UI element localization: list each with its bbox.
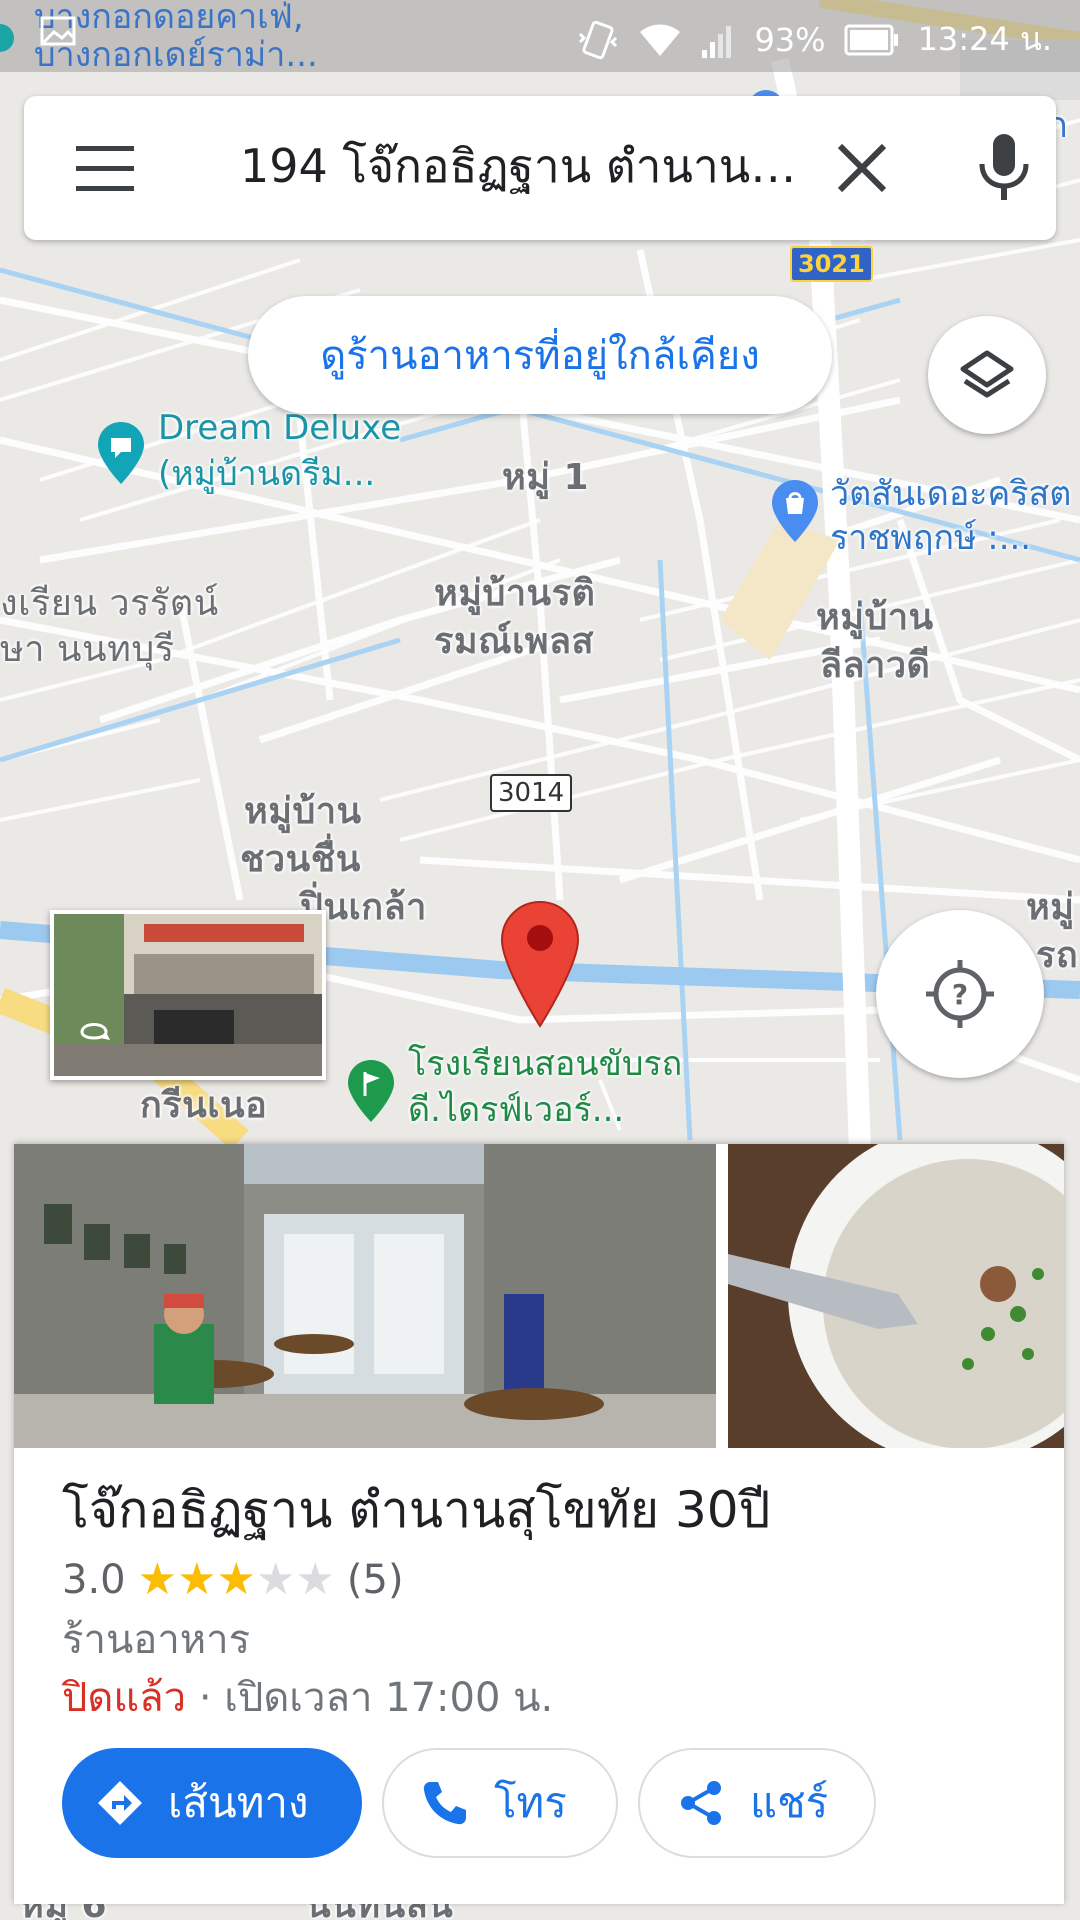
- status-notification-text: บางกอกดอยคาเฟ่, บางกอกเดย์ราม่า...: [34, 0, 364, 74]
- poi-dream-deluxe-line1[interactable]: Dream Deluxe: [158, 408, 401, 448]
- clear-search-icon[interactable]: [834, 140, 890, 196]
- nearby-restaurants-label: ดูร้านอาหารที่อยู่ใกล้เคียง: [320, 333, 760, 379]
- image-notification-icon: [40, 16, 76, 46]
- poi-dream-deluxe-line2[interactable]: (หมู่บ้านดรีม...: [158, 454, 375, 494]
- place-photo-interior[interactable]: [14, 1144, 716, 1448]
- map-label-greenner: กรีนเนอ: [140, 1085, 268, 1126]
- status-bar: บางกอกดอยคาเฟ่, บางกอกเดย์ราม่า... 93% 1…: [0, 0, 1080, 74]
- search-bar[interactable]: 194 โจ๊กอธิฏฐาน ตำนานสุโขทัย 30ปี: [24, 96, 1056, 240]
- microphone-icon[interactable]: [974, 132, 1034, 204]
- my-location-button[interactable]: ?: [876, 910, 1044, 1078]
- status-time: 13:24 น.: [917, 20, 1052, 58]
- place-category: ร้านอาหาร: [62, 1617, 251, 1663]
- opening-time: · เปิดเวลา 17:00 น.: [186, 1675, 554, 1721]
- open-status: ปิดแล้ว: [62, 1675, 187, 1721]
- review-count[interactable]: (5): [347, 1554, 404, 1606]
- photo-interior-image: [14, 1144, 716, 1448]
- place-details-card[interactable]: โจ๊กอธิฏฐาน ตำนานสุโขทัย 30ปี 3.0 ★ ★ ★ …: [14, 1144, 1064, 1904]
- maps-notification-icon: [0, 24, 14, 52]
- signal-icon: [702, 25, 732, 58]
- wifi-icon: [640, 24, 681, 56]
- street-view-image: [54, 914, 322, 1076]
- star-icon: ★: [137, 1554, 178, 1605]
- street-view-thumbnail[interactable]: [50, 910, 326, 1080]
- map-label-chuanchuen-2: ชวนชื่น: [240, 839, 361, 880]
- directions-button[interactable]: เส้นทาง: [62, 1748, 362, 1858]
- poi-driving-school-line1[interactable]: โรงเรียนสอนขับรถ: [408, 1044, 682, 1084]
- photo-dish-image: [728, 1144, 1064, 1448]
- location-unknown-icon: ?: [926, 960, 994, 1028]
- map-label-moo1: หมู่ 1: [502, 457, 590, 498]
- poi-teal-pin-icon[interactable]: [98, 422, 144, 484]
- battery-percent: 93%: [754, 20, 826, 59]
- map-label-lilawadee-1: หมู่บ้าน: [816, 597, 934, 638]
- share-icon: [681, 1781, 721, 1825]
- call-button[interactable]: โทร: [382, 1748, 618, 1858]
- nearby-restaurants-button[interactable]: ดูร้านอาหารที่อยู่ใกล้เคียง: [248, 296, 832, 414]
- route-badge-3021: 3021: [790, 246, 873, 282]
- call-label: โทร: [494, 1778, 567, 1827]
- opening-hours[interactable]: ปิดแล้ว · เปิดเวลา 17:00 น.: [62, 1670, 553, 1726]
- map-label-school-left-2: ษา นนทบุรี: [0, 629, 175, 670]
- battery-icon: [844, 24, 898, 55]
- svg-text:?: ?: [952, 978, 968, 1011]
- directions-icon: [98, 1781, 142, 1825]
- map-label-chuanchuen-1: หมู่บ้าน: [244, 791, 362, 832]
- route-badge-3014: 3014: [490, 774, 573, 812]
- vibrate-icon: [579, 20, 618, 59]
- rating-row: 3.0 ★ ★ ★ ★ ★ (5): [62, 1554, 404, 1606]
- place-photo-dish[interactable]: [728, 1144, 1064, 1448]
- rating-stars: ★ ★ ★ ★ ★: [138, 1554, 335, 1606]
- status-right: 93% 13:24 น.: [576, 14, 1052, 65]
- place-pin-icon[interactable]: [500, 900, 580, 1028]
- map-label-right-edge-2: รถ: [1036, 935, 1079, 976]
- star-icon: ★: [177, 1554, 217, 1605]
- layers-icon: [960, 350, 1014, 398]
- notification-text: บางกอกดอยคาเฟ่, บางกอกเดย์ราม่า...: [34, 0, 318, 75]
- layers-button[interactable]: [928, 316, 1046, 434]
- map-label-lilawadee-2: ลีลาวดี: [820, 645, 931, 686]
- map-label-rati-2: รมณ์เพลส: [434, 621, 595, 662]
- map-label-school-left-1: งเรียน วรรัตน์: [0, 583, 219, 624]
- star-icon: ★: [295, 1554, 335, 1605]
- map-label-right-edge-1: หมู่: [1026, 887, 1075, 928]
- poi-shopping-pin-icon[interactable]: [772, 480, 818, 542]
- phone-icon: [423, 1782, 466, 1825]
- poi-wat-line2[interactable]: ราชพฤกษ์ :...: [830, 518, 1031, 558]
- star-icon: ★: [216, 1554, 256, 1605]
- share-button[interactable]: แชร์: [638, 1748, 876, 1858]
- poi-wat-line1[interactable]: วัตสันเดอะคริสต: [830, 474, 1071, 514]
- directions-label: เส้นทาง: [168, 1778, 309, 1827]
- star-icon: ★: [255, 1554, 296, 1605]
- place-name: โจ๊กอธิฏฐาน ตำนานสุโขทัย 30ปี: [62, 1481, 771, 1539]
- share-label: แชร์: [750, 1778, 829, 1827]
- poi-flag-pin-icon[interactable]: [348, 1060, 394, 1122]
- rating-value: 3.0: [62, 1557, 126, 1603]
- poi-driving-school-line2[interactable]: ดี.ไดรฟ์เวอร์...: [408, 1090, 624, 1130]
- map-label-rati-1: หมู่บ้านรติ: [434, 573, 596, 614]
- menu-icon[interactable]: [76, 142, 136, 194]
- search-query-text[interactable]: 194 โจ๊กอธิฏฐาน ตำนานสุโขทัย 30ปี: [240, 130, 800, 202]
